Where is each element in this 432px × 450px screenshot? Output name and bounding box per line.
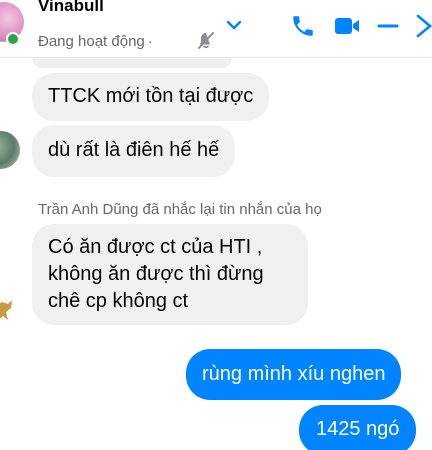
message-bubble-incoming[interactable]: dù rất là điên hế hế: [32, 125, 236, 177]
close-icon[interactable]: [414, 12, 432, 40]
message-bubble-incoming[interactable]: TTCK mới tồn tại được: [32, 73, 270, 121]
contact-name[interactable]: Vinabull: [38, 0, 104, 16]
phone-icon[interactable]: [290, 13, 316, 39]
message-bubble-outgoing[interactable]: 1425 ngó: [299, 405, 417, 450]
sender-avatar[interactable]: [0, 131, 20, 169]
active-status-text: Đang hoạt động: [38, 33, 145, 50]
sender-avatar[interactable]: [0, 292, 18, 326]
chat-header: Vinabull Đang hoạt động ·: [0, 0, 432, 58]
status-separator: ·: [147, 33, 153, 50]
chevron-down-icon[interactable]: [224, 15, 244, 35]
contact-status-line: Đang hoạt động ·: [38, 33, 156, 50]
previous-message-bubble: [32, 58, 232, 68]
minimize-icon[interactable]: [376, 14, 400, 38]
message-bubble-quoted[interactable]: Có ăn được ct của HTI , không ăn được th…: [32, 224, 308, 325]
online-status-dot: [6, 32, 20, 46]
mute-icon: [198, 32, 214, 49]
reply-note: Trần Anh Dũng đã nhắc lại tin nhắn của h…: [38, 201, 322, 218]
video-camera-icon[interactable]: [333, 14, 361, 38]
message-bubble-outgoing[interactable]: rùng mình xíu nghen: [186, 349, 402, 400]
